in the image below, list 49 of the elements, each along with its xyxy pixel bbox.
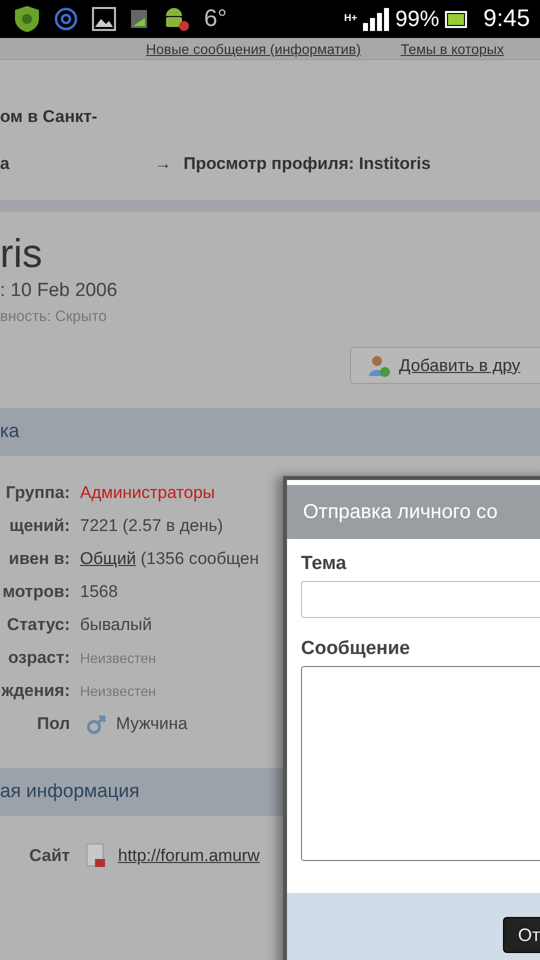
field-label: ждения: [0, 680, 70, 700]
field-value: Неизвестен [80, 650, 156, 666]
battery-icon [445, 9, 468, 29]
field-value: 1568 [80, 582, 118, 602]
field-label: Группа: [4, 482, 70, 502]
field-value: 7221 (2.57 в день) [80, 516, 224, 536]
nav-link[interactable]: Темы в которых [400, 40, 504, 56]
add-user-icon [367, 354, 391, 378]
field-label: озраст: [7, 648, 70, 668]
forum-link[interactable]: Общий [80, 548, 136, 568]
male-symbol-icon [86, 712, 108, 734]
breadcrumb-arrow: → [154, 154, 172, 174]
breadcrumb-link[interactable]: а [0, 154, 10, 174]
temperature: 6° [204, 5, 227, 33]
field-value: Общий (1356 сообщен [80, 548, 259, 568]
signal-icon [363, 7, 390, 31]
field-value: Мужчина [116, 714, 188, 734]
breadcrumb-link[interactable]: ом в Санкт- [0, 107, 540, 127]
subject-field[interactable] [301, 581, 540, 618]
dialog-title: Отправка личного со [303, 500, 498, 524]
battery-percent: 99% [395, 6, 440, 32]
join-date: : 10 Feb 2006 [0, 280, 118, 302]
section-title: ая информация [0, 781, 140, 803]
nav-link[interactable]: Новые сообщения (информатив) [146, 40, 361, 56]
field-label: Пол [36, 714, 70, 734]
network-type: H+ [344, 14, 358, 24]
web-page-icon [86, 843, 106, 869]
section-title: ка [0, 421, 20, 443]
field-label: щений: [8, 516, 70, 536]
field-label: Сайт [28, 846, 70, 866]
field-value: Неизвестен [80, 682, 156, 698]
breadcrumb-current: Просмотр профиля: Institoris [183, 154, 431, 174]
field-label: мотров: [1, 582, 70, 602]
add-friend-button[interactable]: Добавить в дру [350, 347, 540, 384]
message-field[interactable] [301, 666, 540, 861]
clock: 9:45 [483, 5, 530, 33]
website-link[interactable]: http://forum.amurw [118, 846, 260, 866]
message-label: Сообщение [301, 638, 411, 660]
field-label: ивен в: [8, 548, 70, 568]
send-button[interactable]: От [503, 917, 540, 953]
image-icon [92, 7, 116, 31]
shield-icon [14, 5, 40, 33]
profile-name: ris [0, 232, 44, 276]
subject-label: Тема [301, 553, 348, 575]
field-value: бывалый [80, 614, 152, 634]
field-value: Администраторы [80, 482, 215, 502]
visibility-status: вность: Скрыто [0, 308, 108, 325]
sim-card-icon [130, 9, 148, 29]
field-label: Статус: [6, 614, 70, 634]
